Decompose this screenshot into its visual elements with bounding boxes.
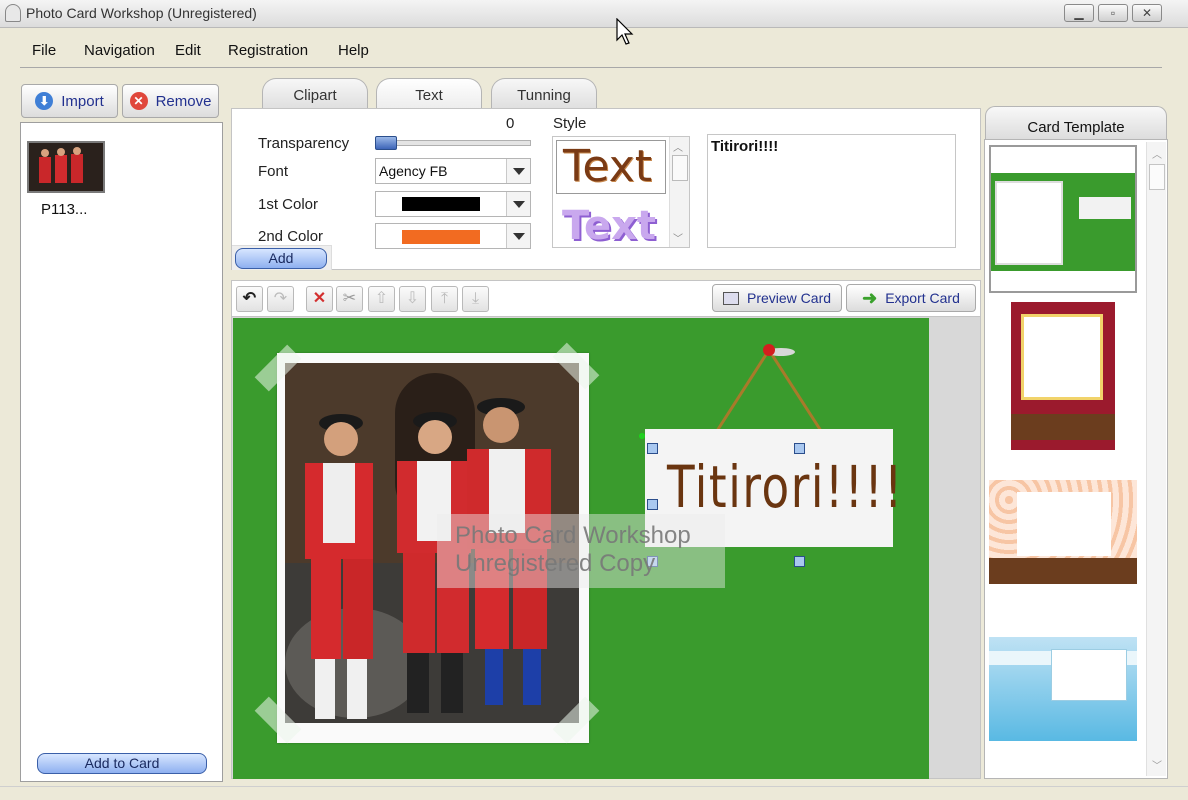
- card-template-list: ︿ ﹀: [984, 139, 1168, 779]
- tab-tunning[interactable]: Tunning: [491, 78, 597, 110]
- menu-navigation[interactable]: Navigation: [84, 42, 155, 59]
- style-sample-2: Text: [562, 203, 657, 248]
- text-properties-panel: Transparency 0 Font Agency FB 1st Color …: [231, 108, 981, 270]
- remove-icon: ✕: [129, 92, 148, 110]
- window-title: Photo Card Workshop (Unregistered): [26, 5, 257, 21]
- tab-clipart[interactable]: Clipart: [262, 78, 368, 110]
- transparency-slider-thumb[interactable]: [375, 136, 397, 150]
- preview-card-button[interactable]: Preview Card: [712, 284, 842, 312]
- resize-handle-bottom-right[interactable]: [794, 556, 805, 567]
- color1-label: 1st Color: [258, 196, 319, 213]
- export-card-label: Export Card: [885, 290, 960, 306]
- sign-string: [713, 344, 825, 435]
- add-to-card-button[interactable]: Add to Card: [37, 753, 207, 774]
- text-input-value: Titirori!!!!: [711, 138, 779, 155]
- edit-toolbar: ↶ ↷ ✕ ✂ ⇧ ⇩ ⤒ ⤓ Preview Card ➜ Export Ca…: [231, 280, 981, 316]
- import-icon: ⬇: [35, 92, 54, 110]
- color2-swatch: [402, 230, 480, 244]
- chevron-down-icon[interactable]: [506, 192, 530, 216]
- tab-text[interactable]: Text: [376, 78, 482, 110]
- style-option-1[interactable]: Text: [556, 140, 666, 194]
- style-option-2[interactable]: Text: [556, 199, 666, 248]
- remove-label: Remove: [155, 92, 212, 110]
- sign-text[interactable]: Titirori!!!!: [667, 453, 904, 521]
- minimize-button[interactable]: ▁: [1064, 4, 1094, 22]
- menu-bar: File Navigation Edit Registration Help: [0, 28, 1188, 68]
- color2-select[interactable]: [375, 223, 531, 249]
- cut-icon[interactable]: ✂: [336, 286, 363, 312]
- transparency-label: Transparency: [258, 135, 350, 152]
- status-bar: [0, 786, 1188, 800]
- resize-handle-top-right[interactable]: [794, 443, 805, 454]
- export-card-button[interactable]: ➜ Export Card: [846, 284, 976, 312]
- rotate-handle[interactable]: [639, 433, 645, 439]
- transparency-slider[interactable]: [375, 136, 531, 150]
- delete-icon[interactable]: ✕: [306, 286, 333, 312]
- scroll-thumb[interactable]: [672, 155, 688, 181]
- redo-icon[interactable]: ↷: [267, 286, 294, 312]
- scroll-up-icon[interactable]: ︿: [673, 139, 683, 154]
- template-3[interactable]: [989, 480, 1137, 586]
- resize-handle-top-left[interactable]: [647, 443, 658, 454]
- send-to-back-icon[interactable]: ⤓: [462, 286, 489, 312]
- preview-icon: [722, 291, 739, 305]
- card-template-tab[interactable]: Card Template: [985, 106, 1167, 140]
- import-button[interactable]: ⬇ Import: [21, 84, 118, 118]
- import-label: Import: [61, 92, 104, 110]
- photo-thumbnail[interactable]: [27, 141, 105, 193]
- template-scrollbar[interactable]: ︿ ﹀: [1146, 142, 1166, 776]
- chevron-down-icon[interactable]: [506, 224, 530, 248]
- move-up-icon[interactable]: ⇧: [368, 286, 395, 312]
- menu-file[interactable]: File: [32, 42, 56, 59]
- style-sample-1: Text: [563, 141, 652, 192]
- menu-edit[interactable]: Edit: [175, 42, 201, 59]
- move-down-icon[interactable]: ⇩: [399, 286, 426, 312]
- scroll-down-icon[interactable]: ﹀: [673, 230, 683, 245]
- color1-select[interactable]: [375, 191, 531, 217]
- add-text-button[interactable]: Add: [235, 248, 327, 269]
- export-arrow-icon: ➜: [862, 287, 878, 308]
- template-2[interactable]: [989, 302, 1137, 452]
- scroll-up-icon[interactable]: ︿: [1152, 146, 1162, 161]
- unregistered-watermark: Photo Card Workshop Unregistered Copy: [437, 514, 725, 588]
- remove-button[interactable]: ✕ Remove: [122, 84, 219, 118]
- watermark-line-1: Photo Card Workshop: [455, 522, 691, 549]
- scroll-down-icon[interactable]: ﹀: [1152, 757, 1162, 772]
- transparency-value: 0: [506, 115, 515, 132]
- menu-registration[interactable]: Registration: [228, 42, 308, 59]
- style-scrollbar[interactable]: ︿ ﹀: [669, 137, 689, 247]
- style-list[interactable]: Text Text ︿ ﹀: [552, 136, 690, 248]
- maximize-button[interactable]: ▫: [1098, 4, 1128, 22]
- color1-swatch: [402, 197, 480, 211]
- template-4[interactable]: [989, 637, 1137, 741]
- undo-icon[interactable]: ↶: [236, 286, 263, 312]
- preview-card-label: Preview Card: [746, 290, 832, 306]
- font-select-value: Agency FB: [379, 163, 448, 179]
- photo-thumbnail-label: P113...: [41, 201, 88, 218]
- text-input-area[interactable]: Titirori!!!!: [707, 134, 956, 248]
- color2-label: 2nd Color: [258, 228, 324, 245]
- scroll-thumb[interactable]: [1149, 164, 1165, 190]
- card-canvas-area: Titirori!!!! Photo Card Workshop Unregis…: [231, 316, 981, 779]
- mouse-cursor-icon: [616, 18, 634, 45]
- font-select[interactable]: Agency FB: [375, 158, 531, 184]
- card-canvas[interactable]: Titirori!!!! Photo Card Workshop Unregis…: [233, 318, 929, 779]
- watermark-line-2: Unregistered Copy: [455, 550, 656, 577]
- close-button[interactable]: ✕: [1132, 4, 1162, 22]
- resize-handle-middle-left[interactable]: [647, 499, 658, 510]
- menu-help[interactable]: Help: [338, 42, 369, 59]
- photo-list-panel: P113... Add to Card: [20, 122, 223, 782]
- font-label: Font: [258, 163, 289, 180]
- chevron-down-icon[interactable]: [506, 159, 530, 183]
- template-1[interactable]: [989, 145, 1137, 293]
- style-label: Style: [553, 115, 587, 132]
- app-icon: [5, 4, 21, 22]
- bring-to-front-icon[interactable]: ⤒: [431, 286, 458, 312]
- title-bar: Photo Card Workshop (Unregistered) ▁ ▫ ✕: [0, 0, 1188, 28]
